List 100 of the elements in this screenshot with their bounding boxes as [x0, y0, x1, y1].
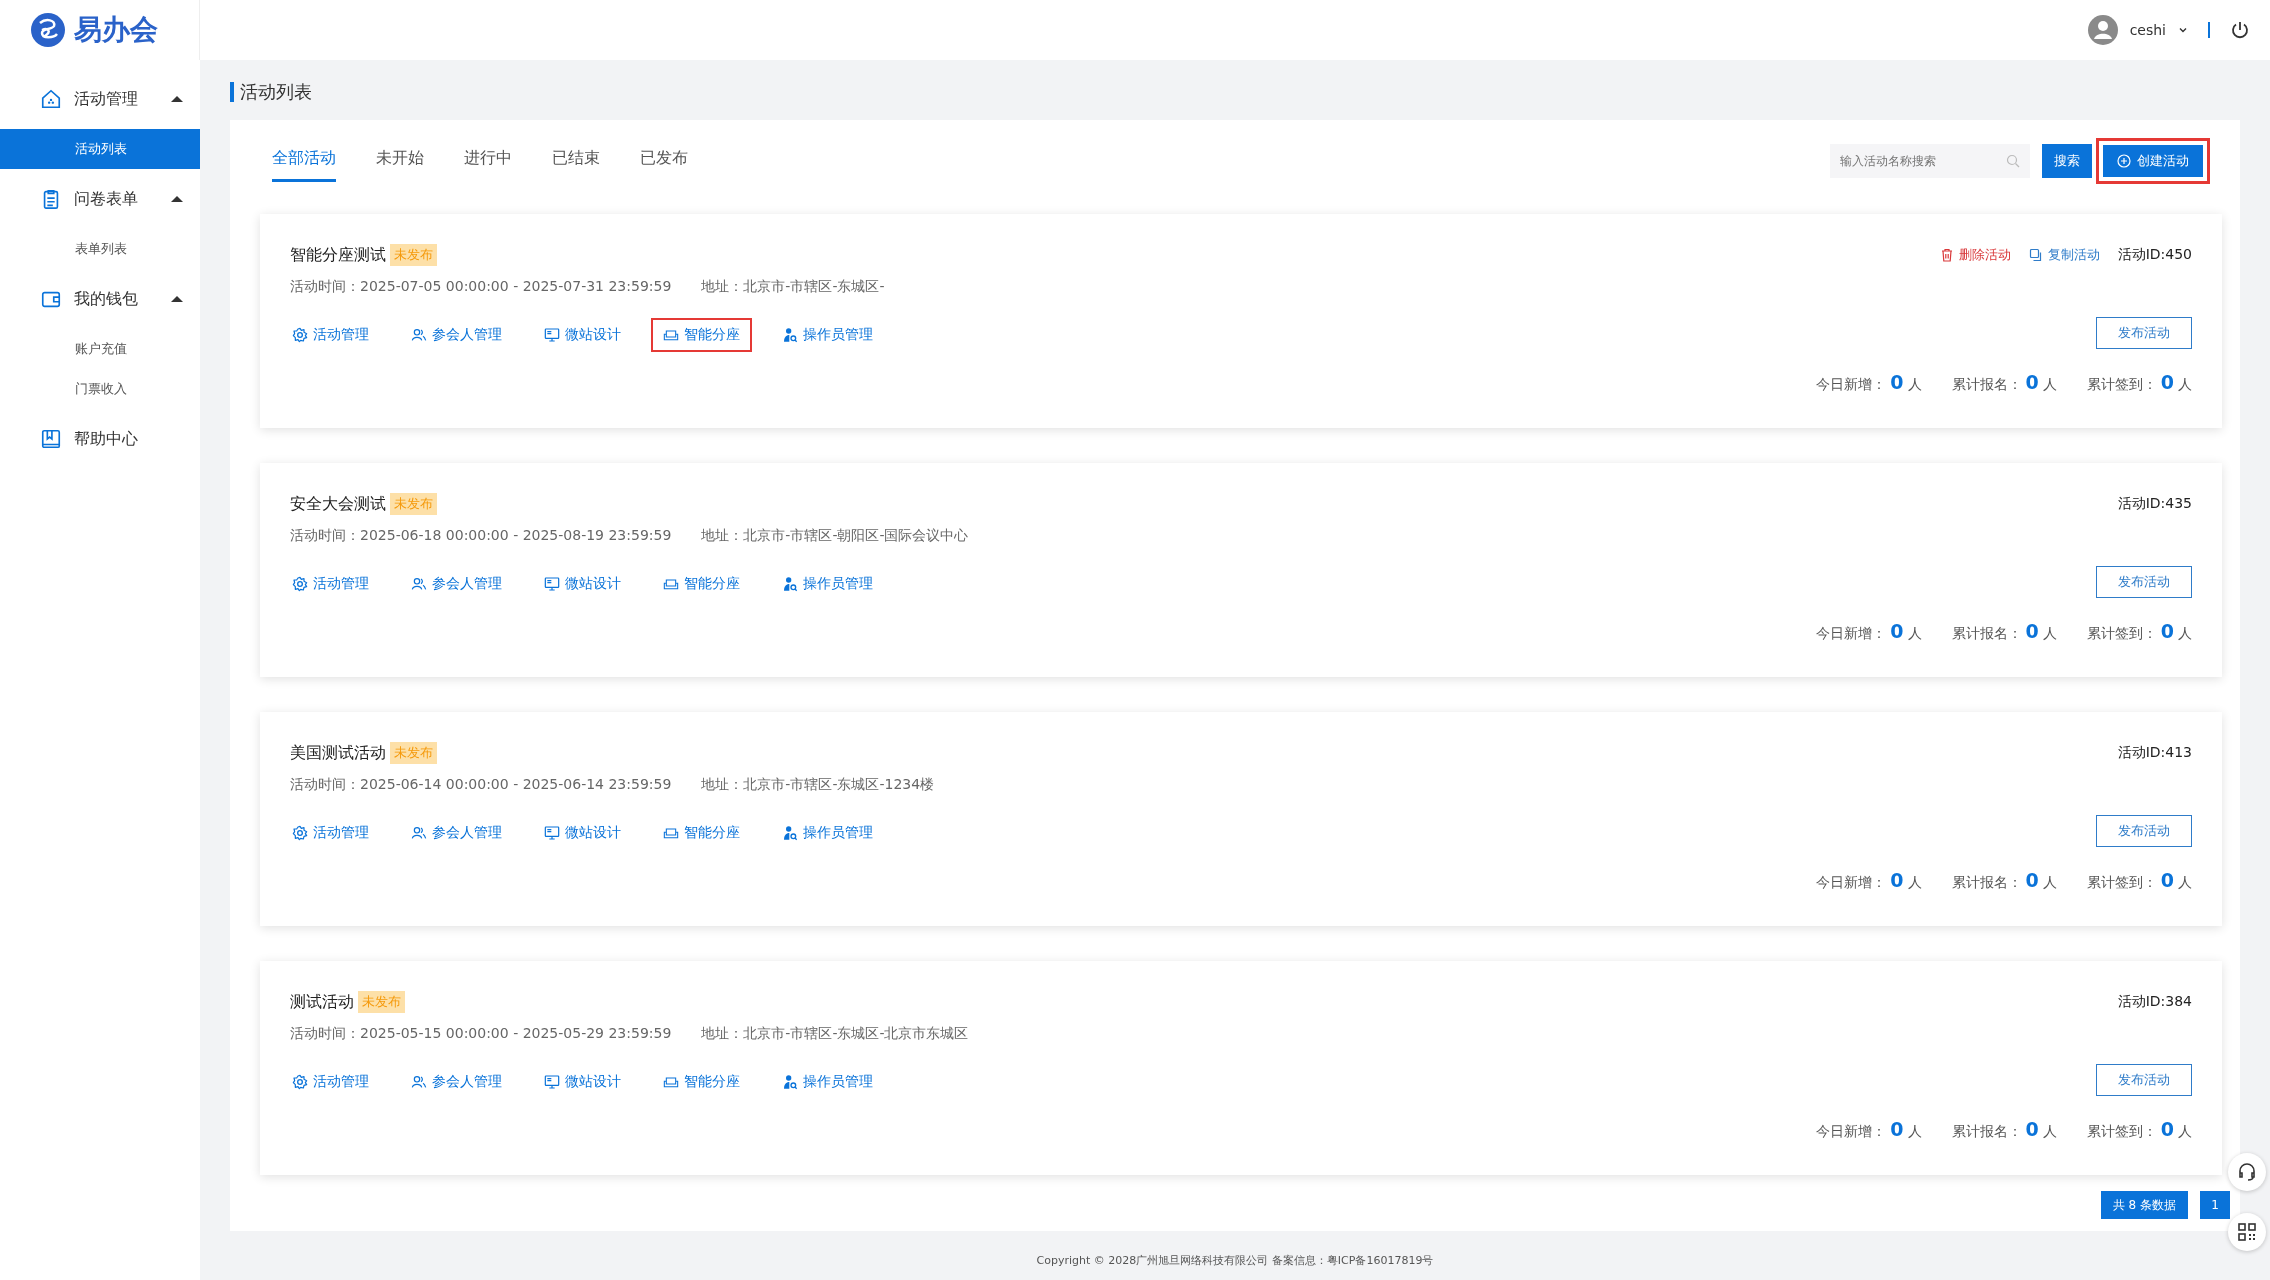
people-icon [411, 1074, 427, 1090]
publish-button[interactable]: 发布活动 [2096, 1064, 2192, 1096]
search-button[interactable]: 搜索 [2042, 144, 2092, 178]
gear-icon [292, 327, 308, 343]
stat-value: 0 [1890, 371, 1904, 393]
action-link[interactable]: 微站设计 [532, 567, 633, 601]
action-link[interactable]: 操作员管理 [770, 567, 885, 601]
plus-icon [2117, 154, 2131, 168]
nav-item[interactable]: 表单列表 [0, 229, 200, 269]
collapse-icon[interactable] [170, 294, 184, 304]
stat-label: 累计签到： [2086, 874, 2157, 892]
action-link[interactable]: 参会人管理 [399, 1065, 514, 1099]
stat-label: 今日新增： [1816, 376, 1887, 394]
stat-value: 0 [2160, 1118, 2174, 1140]
copyright-text: Copyright © 2028广州旭旦网络科技有限公司 备案信息：粤ICP备16017819号 [1035, 1253, 1435, 1268]
action-link[interactable]: 微站设计 [532, 816, 633, 850]
publish-button[interactable]: 发布活动 [2096, 566, 2192, 598]
action-link[interactable]: 智能分座 [651, 1065, 752, 1099]
page-button[interactable]: 1 [2200, 1191, 2230, 1219]
stat-unit: 人 [1907, 874, 1922, 892]
activity-id: 活动ID:450 [2117, 246, 2192, 264]
power-icon[interactable] [2230, 20, 2250, 40]
stat-value: 0 [1890, 869, 1904, 891]
stat-label: 累计报名： [1951, 625, 2022, 643]
stat-label: 今日新增： [1816, 874, 1887, 892]
stat-unit: 人 [1907, 625, 1922, 643]
action-link[interactable]: 活动管理 [280, 318, 381, 352]
house-icon [40, 88, 62, 110]
monitor-icon [544, 825, 560, 841]
stat-label: 累计签到： [2086, 625, 2157, 643]
activity-id: 活动ID:413 [2117, 744, 2192, 762]
action-link[interactable]: 参会人管理 [399, 816, 514, 850]
nav-group[interactable]: 活动管理 [0, 69, 200, 129]
headset-icon [2236, 1161, 2258, 1183]
caret-icon[interactable] [2178, 25, 2188, 35]
activity-title: 安全大会测试 [290, 493, 386, 515]
stat-unit: 人 [2042, 874, 2057, 892]
nav-item[interactable]: 账户充值 [0, 329, 200, 369]
stat-value: 0 [2160, 371, 2174, 393]
delete-link[interactable]: 删除活动 [1939, 246, 2011, 264]
people-icon [411, 327, 427, 343]
filter-tab[interactable]: 未开始 [376, 140, 424, 182]
seat-icon [663, 576, 679, 592]
operator-icon [782, 825, 798, 841]
stat-value: 0 [2025, 1118, 2039, 1140]
operator-icon [782, 576, 798, 592]
search-field[interactable]: 输入活动名称搜索 [1830, 144, 2030, 178]
action-link[interactable]: 参会人管理 [399, 567, 514, 601]
nav-group[interactable]: 问卷表单 [0, 169, 200, 229]
nav-item[interactable]: 活动列表 [0, 129, 200, 169]
activity-title: 智能分座测试 [290, 244, 386, 266]
activity-time: 活动时间：2025-05-15 00:00:00 - 2025-05-29 23:59:59 [290, 1025, 672, 1043]
activity-title: 测试活动 [290, 991, 354, 1013]
action-link[interactable]: 操作员管理 [770, 1065, 885, 1099]
page-title: 活动列表 [230, 82, 312, 102]
support-button[interactable] [2228, 1153, 2266, 1191]
action-link[interactable]: 活动管理 [280, 816, 381, 850]
trash-icon [1939, 248, 1954, 262]
nav-group[interactable]: 帮助中心 [0, 409, 200, 469]
monitor-icon [544, 576, 560, 592]
action-link[interactable]: 微站设计 [532, 1065, 633, 1099]
filter-tab[interactable]: 已发布 [640, 140, 688, 182]
status-badge: 未发布 [390, 493, 437, 515]
copy-link[interactable]: 复制活动 [2028, 246, 2100, 264]
stat-label: 今日新增： [1816, 1123, 1887, 1141]
collapse-icon[interactable] [170, 94, 184, 104]
filter-tab[interactable]: 进行中 [464, 140, 512, 182]
action-link[interactable]: 操作员管理 [770, 816, 885, 850]
filter-tab[interactable]: 已结束 [552, 140, 600, 182]
action-link[interactable]: 活动管理 [280, 1065, 381, 1099]
qr-button[interactable] [2228, 1213, 2266, 1251]
status-badge: 未发布 [358, 991, 405, 1013]
action-link[interactable]: 活动管理 [280, 567, 381, 601]
filter-tab[interactable]: 全部活动 [272, 140, 336, 182]
collapse-icon[interactable] [170, 194, 184, 204]
nav-group[interactable]: 我的钱包 [0, 269, 200, 329]
stat-label: 累计签到： [2086, 1123, 2157, 1141]
people-icon [411, 825, 427, 841]
avatar-icon[interactable] [2087, 15, 2118, 45]
nav-item[interactable]: 门票收入 [0, 369, 200, 409]
action-link[interactable]: 智能分座 [651, 318, 752, 352]
gear-icon [292, 825, 308, 841]
activity-id: 活动ID:435 [2117, 495, 2192, 513]
stat-value: 0 [2025, 371, 2039, 393]
action-link[interactable]: 微站设计 [532, 318, 633, 352]
action-link[interactable]: 智能分座 [651, 816, 752, 850]
action-link[interactable]: 操作员管理 [770, 318, 885, 352]
operator-icon [782, 327, 798, 343]
stat-value: 0 [2025, 620, 2039, 642]
stat-label: 累计签到： [2086, 376, 2157, 394]
stat-label: 累计报名： [1951, 1123, 2022, 1141]
operator-icon [782, 1074, 798, 1090]
publish-button[interactable]: 发布活动 [2096, 317, 2192, 349]
create-button[interactable]: 创建活动 [2096, 138, 2210, 184]
action-link[interactable]: 智能分座 [651, 567, 752, 601]
publish-button[interactable]: 发布活动 [2096, 815, 2192, 847]
user-name[interactable]: ceshi [2129, 22, 2166, 38]
action-link[interactable]: 参会人管理 [399, 318, 514, 352]
stat-unit: 人 [2178, 625, 2192, 643]
activity-address: 地址：北京市-市辖区-东城区-1234楼 [701, 776, 935, 794]
